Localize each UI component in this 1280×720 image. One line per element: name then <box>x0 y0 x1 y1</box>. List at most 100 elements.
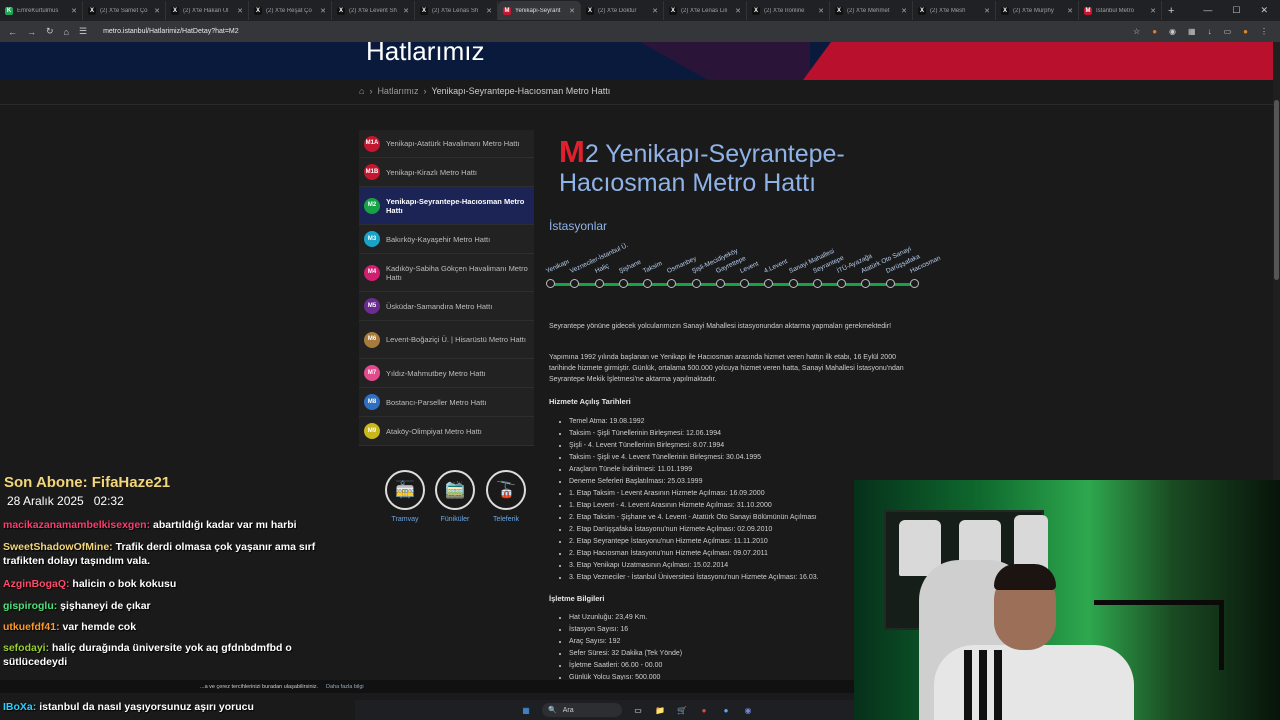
close-tab-icon[interactable]: ✕ <box>818 7 824 15</box>
station-dot[interactable] <box>861 279 871 288</box>
browser-tab[interactable]: X (2) X'te Reşat Ço ✕ <box>249 1 332 20</box>
windows-start-icon[interactable]: ▦ <box>520 704 532 716</box>
mode-funikuler[interactable]: 🚞 Füniküler <box>435 470 475 523</box>
sidebar-item-m8[interactable]: M8 Bostancı-Parseller Metro Hattı <box>359 388 534 417</box>
station-dot[interactable] <box>594 279 604 288</box>
discord-icon[interactable]: ◉ <box>742 704 754 716</box>
task-view-icon[interactable]: ▭ <box>632 704 644 716</box>
url-field[interactable]: metro.istanbul/Hatlarimiz/HatDetay?hat=M… <box>103 28 239 35</box>
site-info-icon[interactable]: ☰ <box>79 26 87 37</box>
station-label[interactable]: Yenikapı <box>545 258 570 275</box>
mode-teleferik[interactable]: 🚡 Teleferik <box>486 470 526 523</box>
close-tab-icon[interactable]: ✕ <box>403 7 409 15</box>
browser-tab-bar: K EmreKurtulmus ✕ X (2) X'te Samet Ço ✕ X (2) X… <box>0 0 1280 21</box>
sidebar-item-m1a[interactable]: M1A Yenikapı-Atatürk Havalimanı Metro Hat… <box>359 130 534 158</box>
app-icon[interactable]: ● <box>720 704 732 716</box>
close-tab-icon[interactable]: ✕ <box>901 7 907 15</box>
new-tab-button[interactable]: + <box>1162 5 1180 17</box>
close-tab-icon[interactable]: ✕ <box>486 7 492 15</box>
station-dot[interactable] <box>910 279 919 288</box>
station-dot[interactable] <box>618 279 628 288</box>
extension-icon[interactable]: ● <box>1152 27 1157 36</box>
sidebar-item-m9[interactable]: M9 Ataköy-Olimpiyat Metro Hattı <box>359 417 534 446</box>
forward-icon[interactable]: → <box>27 27 36 37</box>
sidebar-item-m2[interactable]: M2 Yenikapı-Seyrantepe-Hacıosman Metro Ha… <box>359 187 534 225</box>
close-tab-icon[interactable]: ✕ <box>569 7 575 15</box>
station-dot[interactable] <box>788 279 798 288</box>
line-code-letter: M <box>559 134 585 169</box>
download-icon[interactable]: ↓ <box>1208 27 1212 36</box>
sidebar-item-m1b[interactable]: M1B Yenikapı-Kirazlı Metro Hattı <box>359 158 534 187</box>
file-explorer-icon[interactable]: 📁 <box>654 704 666 716</box>
back-icon[interactable]: ← <box>8 27 17 37</box>
chrome-icon[interactable]: ● <box>698 704 710 716</box>
sidebar-item-label: Yenikapı-Kirazlı Metro Hattı <box>386 167 478 177</box>
close-tab-icon[interactable]: ✕ <box>320 7 326 15</box>
station-label[interactable]: Haliç <box>594 263 610 275</box>
browser-tab[interactable]: X (2) X'te Lenas Lili ✕ <box>664 1 747 20</box>
list-item: Hat Uzunluğu: 23,49 Km. <box>569 612 682 624</box>
close-tab-icon[interactable]: ✕ <box>984 7 990 15</box>
station-dot[interactable] <box>740 279 750 288</box>
cookie-more-button[interactable]: Daha fazla bilgi <box>326 684 364 690</box>
home-icon[interactable]: ⌂ <box>359 86 364 96</box>
station-dot[interactable] <box>715 279 725 288</box>
bookmark-star-icon[interactable]: ☆ <box>1133 27 1140 36</box>
close-tab-icon[interactable]: ✕ <box>1067 7 1073 15</box>
station-dot[interactable] <box>546 279 555 288</box>
browser-tab[interactable]: X (2) X'te Ironline ✕ <box>747 1 830 20</box>
maximize-icon[interactable]: ☐ <box>1232 5 1240 16</box>
browser-tab[interactable]: X (2) X'te Samet Ço ✕ <box>83 1 166 20</box>
menu-icon[interactable]: ⋮ <box>1260 27 1268 36</box>
sidebar-icon[interactable]: ▭ <box>1224 27 1232 36</box>
close-tab-icon[interactable]: ✕ <box>735 7 741 15</box>
station-dot[interactable] <box>812 279 822 288</box>
breadcrumb-parent-link[interactable]: Hatlarımız <box>377 86 418 96</box>
browser-tab[interactable]: M Istanbul Metro ✕ <box>1079 1 1162 20</box>
mode-tramvay[interactable]: 🚋 Tramvay <box>385 470 425 523</box>
sidebar-item-m4[interactable]: M4 Kadıköy-Sabiha Gökçen Havalimanı Metro… <box>359 254 534 292</box>
browser-tab[interactable]: X (2) X'te Lenas Sh ✕ <box>415 1 498 20</box>
dates-list: Temel Atma: 19.08.1992Taksim - Şişli Tün… <box>560 416 819 584</box>
scrollbar-thumb[interactable] <box>1274 100 1279 280</box>
browser-tab[interactable]: X (2) X'te Hakan Ul ✕ <box>166 1 249 20</box>
sidebar-item-m7[interactable]: M7 Yıldız-Mahmutbey Metro Hattı <box>359 359 534 388</box>
station-dot[interactable] <box>691 279 701 288</box>
station-dot[interactable] <box>570 279 580 288</box>
extension-icon[interactable]: ◉ <box>1169 27 1176 36</box>
browser-tab[interactable]: X (2) X'te Doktur ✕ <box>581 1 664 20</box>
close-tab-icon[interactable]: ✕ <box>71 7 77 15</box>
extensions-puzzle-icon[interactable]: ▦ <box>1188 27 1196 36</box>
close-tab-icon[interactable]: ✕ <box>154 7 160 15</box>
browser-tab[interactable]: X (2) X'te Levent Sh ✕ <box>332 1 415 20</box>
station-dot[interactable] <box>885 279 895 288</box>
home-icon[interactable]: ⌂ <box>64 27 69 37</box>
profile-avatar[interactable]: ● <box>1243 27 1248 36</box>
browser-tab[interactable]: X (2) X'te Mehmet ✕ <box>830 1 913 20</box>
station-dot[interactable] <box>643 279 653 288</box>
station-label[interactable]: 4.Levent <box>763 258 789 275</box>
sidebar-item-m3[interactable]: M3 Bakırköy-Kayaşehir Metro Hattı <box>359 225 534 254</box>
close-window-icon[interactable]: ✕ <box>1260 5 1268 16</box>
close-tab-icon[interactable]: ✕ <box>1150 7 1156 15</box>
station-dot[interactable] <box>764 279 774 288</box>
station-dot[interactable] <box>837 279 847 288</box>
reload-icon[interactable]: ↻ <box>46 26 54 37</box>
browser-tab[interactable]: X (2) X'te Murphy ✕ <box>996 1 1079 20</box>
tab-title: Istanbul Metro <box>1096 7 1135 14</box>
station-label[interactable]: Şişhane <box>618 259 642 275</box>
station-dot[interactable] <box>667 279 677 288</box>
taskbar-search[interactable]: 🔍 Ara <box>542 703 622 717</box>
station-label[interactable]: Taksim <box>642 260 663 275</box>
browser-tab[interactable]: M Yenikapı-Seyrant ✕ <box>498 1 581 20</box>
browser-tab[interactable]: X (2) X'te Mesh ✕ <box>913 1 996 20</box>
sidebar-item-m6[interactable]: M6 Levent-Boğaziçi Ü. | Hisarüstü Metro H… <box>359 321 534 359</box>
close-tab-icon[interactable]: ✕ <box>237 7 243 15</box>
close-tab-icon[interactable]: ✕ <box>652 7 658 15</box>
sidebar-item-m5[interactable]: M5 Üsküdar-Samandıra Metro Hattı <box>359 292 534 321</box>
line-badge: M2 <box>364 197 380 214</box>
store-icon[interactable]: 🛒 <box>676 704 688 716</box>
browser-tab[interactable]: K EmreKurtulmus ✕ <box>0 1 83 20</box>
minimize-icon[interactable]: — <box>1203 5 1212 16</box>
funicular-icon: 🚞 <box>435 470 475 510</box>
